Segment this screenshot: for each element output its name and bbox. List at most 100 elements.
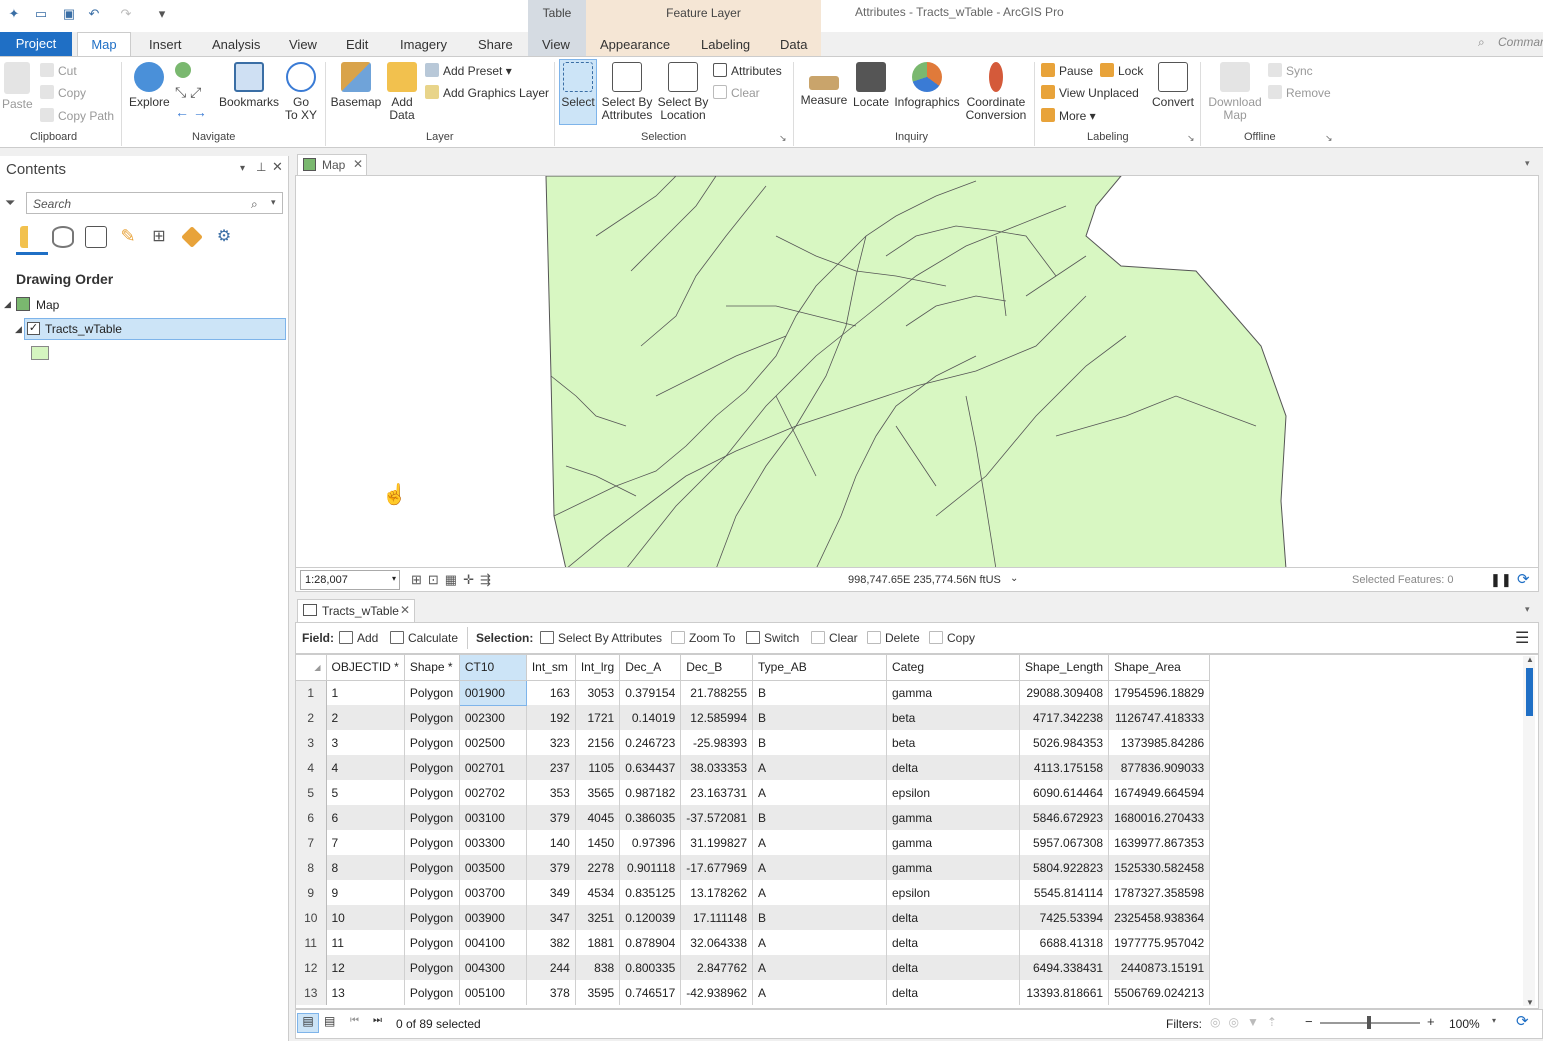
cut-button[interactable]: Cut	[40, 63, 77, 79]
row-header[interactable]: 8	[296, 855, 327, 880]
table-cell[interactable]: B	[752, 680, 887, 705]
table-cell[interactable]: 4	[326, 755, 405, 780]
layer-symbol[interactable]	[31, 346, 49, 360]
table-clear-button[interactable]: Clear	[811, 631, 858, 645]
last-record-icon[interactable]: ⏭	[373, 1015, 382, 1026]
table-cell[interactable]: 353	[526, 780, 576, 805]
row-header[interactable]: 5	[296, 780, 327, 805]
list-by-source-icon[interactable]	[52, 226, 74, 248]
tab-view[interactable]: View	[289, 37, 317, 52]
table-cell[interactable]: 0.878904	[619, 930, 682, 955]
go-to-xy-button[interactable]: Go To XY	[284, 62, 318, 122]
redo-icon[interactable]: ↷	[118, 6, 134, 22]
table-cell[interactable]: 003300	[459, 830, 527, 855]
refresh-icon[interactable]: ⟳	[1517, 570, 1530, 588]
table-row[interactable]: 11 11 Polygon 004100 382 1881 0.878904 32.06433…	[296, 930, 1211, 955]
table-cell[interactable]: gamma	[886, 805, 1020, 830]
table-cell[interactable]: 1787327.358598	[1108, 880, 1211, 905]
table-cell[interactable]: 3	[326, 730, 405, 755]
table-cell[interactable]: 6090.614464	[1019, 780, 1110, 805]
selection-launcher-icon[interactable]: ↘	[779, 133, 787, 144]
table-cell[interactable]: 5	[326, 780, 405, 805]
table-select-by-attributes-button[interactable]: Select By Attributes	[540, 631, 662, 645]
tab-project[interactable]: Project	[0, 32, 72, 56]
select-tool[interactable]: Select	[560, 62, 596, 109]
table-cell[interactable]: Polygon	[404, 855, 460, 880]
table-cell[interactable]: 382	[526, 930, 576, 955]
table-cell[interactable]: Polygon	[404, 705, 460, 730]
col-header-dec-a[interactable]: Dec_A	[619, 655, 682, 681]
tab-data[interactable]: Data	[780, 37, 807, 52]
col-header-shape-length[interactable]: Shape_Length	[1019, 655, 1110, 681]
tab-insert[interactable]: Insert	[149, 37, 182, 52]
row-header[interactable]: 2	[296, 705, 327, 730]
table-zoom-level[interactable]: 100%	[1449, 1017, 1480, 1031]
table-cell[interactable]: 378	[526, 980, 576, 1005]
collapse-icon[interactable]: ◢	[4, 299, 11, 310]
tab-table-view[interactable]: View	[542, 37, 570, 52]
tab-appearance[interactable]: Appearance	[600, 37, 670, 52]
table-cell[interactable]: B	[752, 805, 887, 830]
command-search-input[interactable]: Command	[1498, 35, 1543, 49]
table-cell[interactable]: 31.199827	[680, 830, 753, 855]
table-cell[interactable]: 2156	[575, 730, 621, 755]
table-cell[interactable]: 163	[526, 680, 576, 705]
table-cell[interactable]: 379	[526, 805, 576, 830]
table-cell[interactable]: 5506769.024213	[1108, 980, 1211, 1005]
table-cell[interactable]: 347	[526, 905, 576, 930]
table-cell[interactable]: 1721	[575, 705, 621, 730]
table-cell[interactable]: 004100	[459, 930, 527, 955]
table-cell[interactable]: 349	[526, 880, 576, 905]
show-all-records-icon[interactable]: ▤	[297, 1013, 319, 1033]
table-cell[interactable]: 0.901118	[619, 855, 682, 880]
zoom-slider-thumb[interactable]	[1367, 1016, 1371, 1029]
table-cell[interactable]: 1126747.418333	[1108, 705, 1211, 730]
table-cell[interactable]: 23.163731	[680, 780, 753, 805]
col-header-categ[interactable]: Categ	[886, 655, 1020, 681]
table-cell[interactable]: delta	[886, 930, 1020, 955]
table-cell[interactable]: Polygon	[404, 905, 460, 930]
close-icon[interactable]: ✕	[400, 603, 410, 617]
table-cell[interactable]: 0.14019	[619, 705, 682, 730]
table-cell[interactable]: 1525330.582458	[1108, 855, 1211, 880]
contents-search-input[interactable]: Search ⌕ ▾	[26, 192, 283, 214]
table-cell[interactable]: 0.835125	[619, 880, 682, 905]
bookmarks-button[interactable]: Bookmarks	[219, 62, 279, 109]
table-cell[interactable]: 2440873.15191	[1108, 955, 1211, 980]
table-cell[interactable]: 1680016.270433	[1108, 805, 1211, 830]
table-cell[interactable]: 9	[326, 880, 405, 905]
table-cell[interactable]: Polygon	[404, 880, 460, 905]
copy-button[interactable]: Copy	[40, 85, 86, 101]
table-cell[interactable]: 1639977.867353	[1108, 830, 1211, 855]
tab-labeling[interactable]: Labeling	[701, 37, 750, 52]
table-cell[interactable]: 323	[526, 730, 576, 755]
customize-toolbar-icon[interactable]: ▾	[154, 6, 170, 22]
table-row[interactable]: 9 9 Polygon 003700 349 4534 0.835125 13.178262 A…	[296, 880, 1211, 905]
table-cell[interactable]: B	[752, 705, 887, 730]
attribute-table-grid[interactable]: ◢ OBJECTID * Shape * CT10 Int_sm Int_lrg…	[295, 654, 1539, 1009]
table-cell[interactable]: 1	[326, 680, 405, 705]
row-header[interactable]: 6	[296, 805, 327, 830]
table-cell[interactable]: 13	[326, 980, 405, 1005]
selected-features-count[interactable]: Selected Features: 0	[1352, 574, 1454, 586]
add-data-button[interactable]: Add Data	[385, 62, 419, 122]
table-row[interactable]: 2 2 Polygon 002300 192 1721 0.14019 12.585994 Bb…	[296, 705, 1211, 730]
table-cell[interactable]: delta	[886, 905, 1020, 930]
delete-button[interactable]: Delete	[867, 631, 920, 645]
table-cell[interactable]: delta	[886, 955, 1020, 980]
col-header-shape-area[interactable]: Shape_Area	[1108, 655, 1211, 681]
list-by-perspective-icon[interactable]: ⚙	[213, 226, 235, 248]
basemap-button[interactable]: Basemap	[330, 62, 382, 109]
table-cell[interactable]: 6494.338431	[1019, 955, 1110, 980]
calculate-field-button[interactable]: Calculate	[390, 631, 458, 645]
table-cell[interactable]: B	[752, 730, 887, 755]
select-by-attributes-button[interactable]: Select By Attributes	[600, 62, 654, 122]
table-cell[interactable]: A	[752, 855, 887, 880]
table-cell[interactable]: A	[752, 880, 887, 905]
table-cell[interactable]: 4717.342238	[1019, 705, 1110, 730]
list-by-snapping-icon[interactable]: ⊞	[148, 226, 170, 248]
row-header[interactable]: 1	[296, 680, 327, 705]
col-header-type-ab[interactable]: Type_AB	[752, 655, 887, 681]
table-cell[interactable]: A	[752, 830, 887, 855]
table-cell[interactable]: 003900	[459, 905, 527, 930]
